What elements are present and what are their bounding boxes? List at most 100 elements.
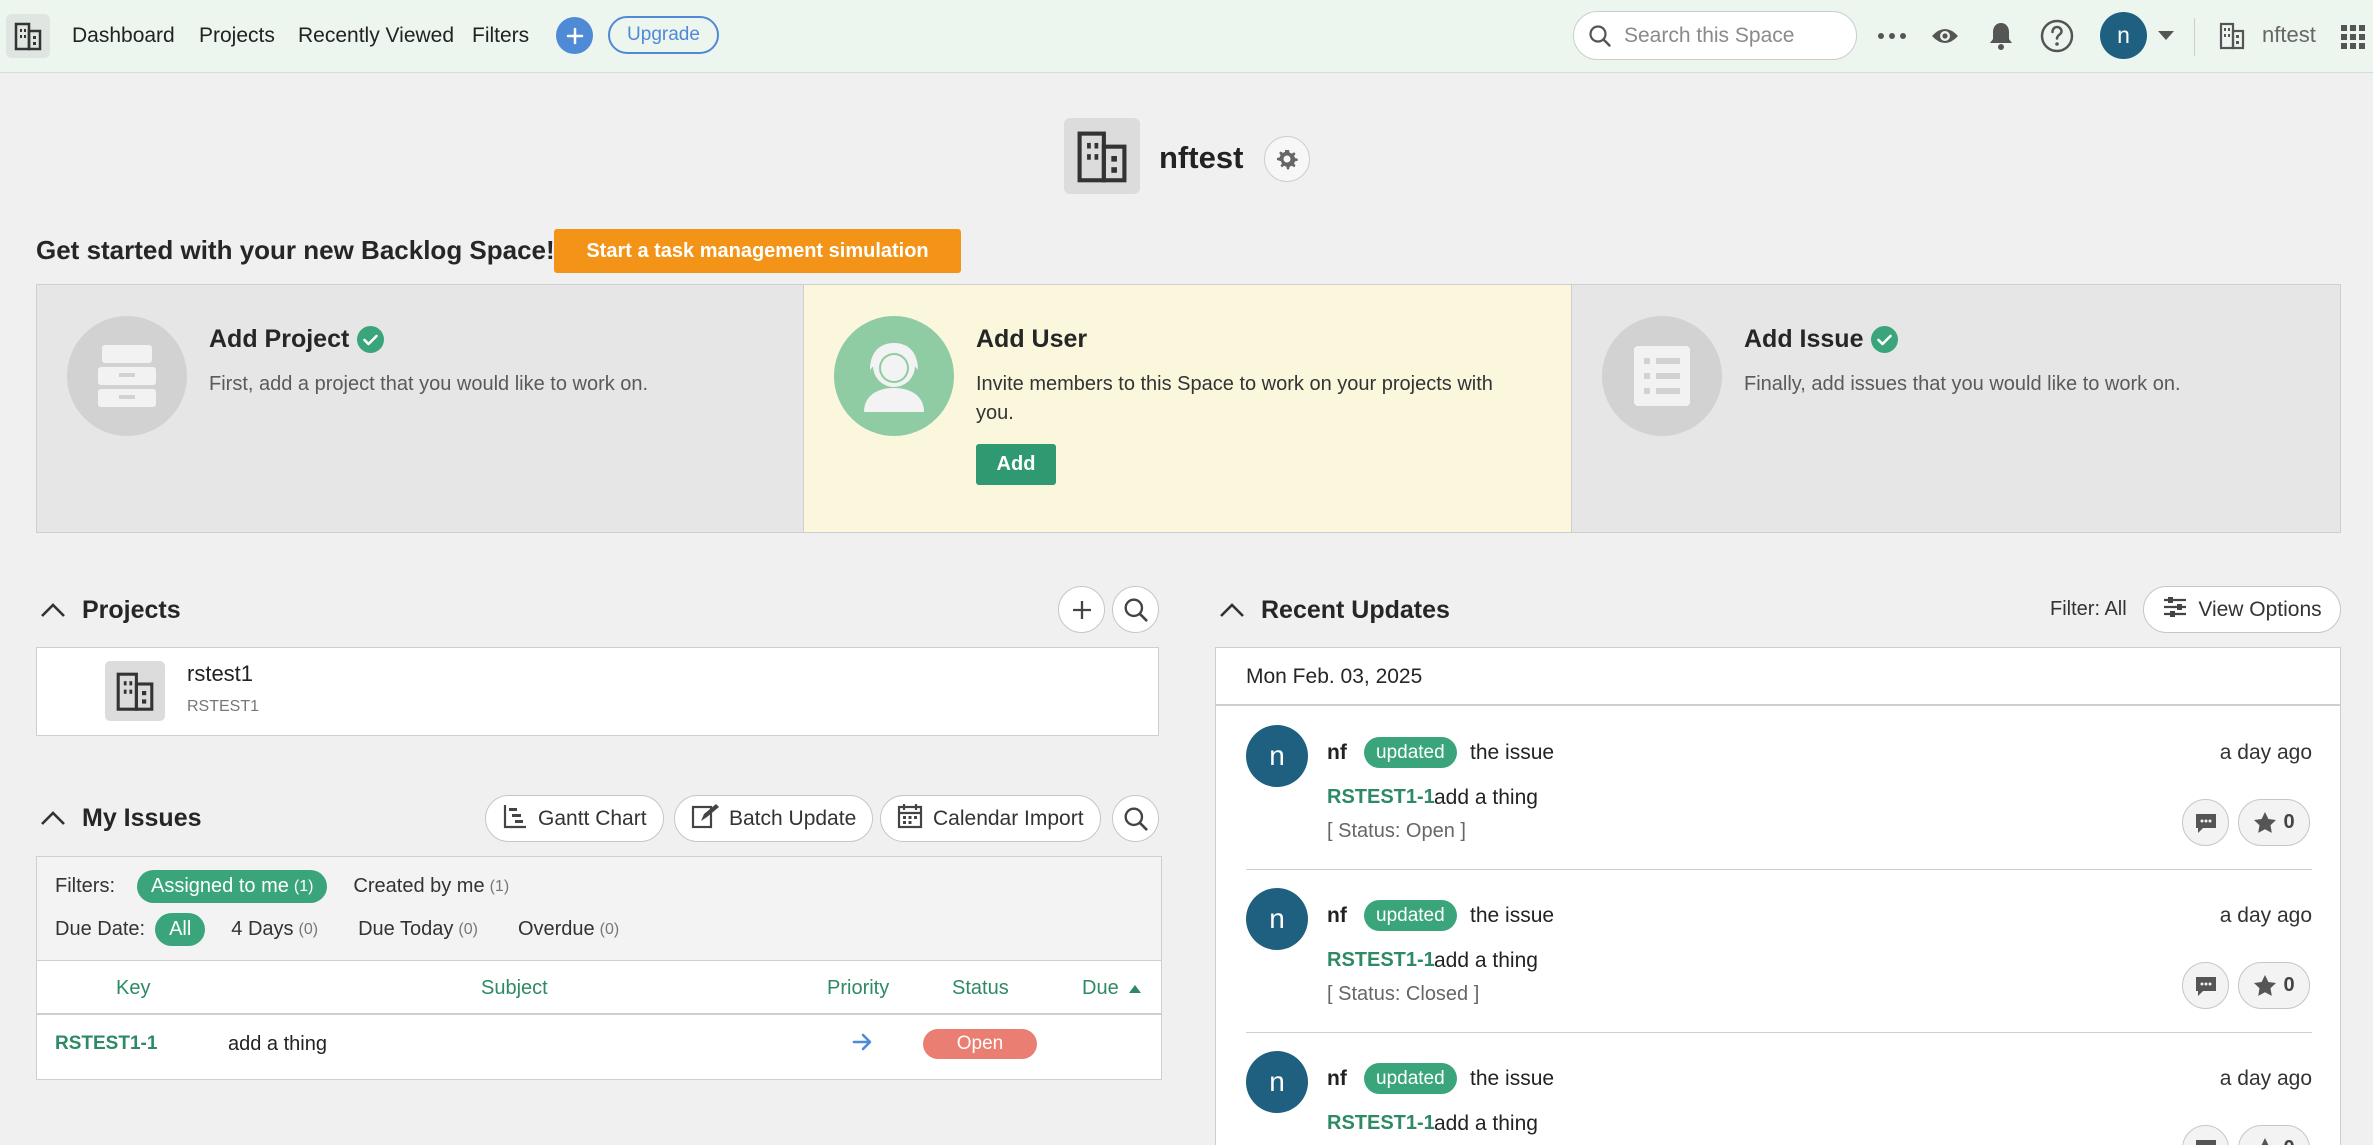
due-filter-today[interactable]: Due Today (0) [344,913,492,946]
update-action-badge: updated [1364,737,1457,768]
due-filter-overdue[interactable]: Overdue (0) [504,913,633,946]
star-button[interactable]: 0 [2238,799,2310,846]
search-issues-icon[interactable] [1112,795,1159,842]
upgrade-button[interactable]: Upgrade [608,16,719,54]
watch-eye-icon[interactable] [1928,20,1962,52]
issue-subject[interactable]: add a thing [228,1033,327,1056]
add-project-plus-icon[interactable] [1058,586,1105,633]
collapse-chevron-up-icon[interactable] [1217,595,1247,625]
column-status[interactable]: Status [952,977,1009,1000]
get-started-title: Get started with your new Backlog Space! [36,235,555,265]
update-issue-key-link[interactable]: RSTEST1-1 [1327,786,1435,809]
update-issue-subject[interactable]: add a thing [1434,1112,1538,1136]
issues-table-header: Key Subject Priority Status Due [37,961,1161,1015]
comment-icon[interactable] [2182,962,2229,1009]
user-avatar[interactable]: n [1246,725,1308,787]
update-action-badge: updated [1364,1063,1457,1094]
add-user-button[interactable]: Add [976,444,1056,485]
completed-check-icon [357,326,385,353]
star-icon [2254,812,2277,833]
space-switcher-name[interactable]: nftest [2262,22,2316,48]
project-building-icon [105,661,165,721]
star-button[interactable]: 0 [2238,1125,2310,1145]
nav-dashboard[interactable]: Dashboard [72,22,175,50]
star-icon [2254,975,2277,996]
batch-update-button[interactable]: Batch Update [674,795,874,842]
update-issue-subject[interactable]: add a thing [1434,949,1538,973]
search-projects-icon[interactable] [1112,586,1159,633]
help-question-icon[interactable] [2038,17,2076,55]
recent-updates-feed: Mon Feb. 03, 2025 n nf updated the issue… [1215,647,2341,1145]
nav-divider [2194,18,2195,56]
space-settings-gear-icon[interactable] [1264,136,1310,182]
nav-projects[interactable]: Projects [199,22,275,50]
update-item: n nf updated the issue a day ago RSTEST1… [1246,870,2312,1033]
my-issues-title: My Issues [82,803,202,832]
step-description: First, add a project that you would like… [209,373,649,395]
backlog-home-icon[interactable] [6,14,50,58]
update-action-badge: updated [1364,900,1457,931]
comment-icon[interactable] [2182,799,2229,846]
gantt-chart-button[interactable]: Gantt Chart [485,795,664,842]
calendar-icon [897,803,923,835]
update-text: the issue [1470,741,1555,764]
update-user[interactable]: nf [1327,741,1347,765]
update-time: a day ago [2219,1067,2312,1090]
chevron-down-icon[interactable] [2155,27,2177,43]
space-search-box[interactable] [1573,11,1857,60]
step-description: Finally, add issues that you would like … [1744,373,2181,395]
notifications-bell-icon[interactable] [1984,18,2018,54]
update-issue-key-link[interactable]: RSTEST1-1 [1327,1112,1435,1135]
due-date-filters-row: Due Date: All 4 Days (0) Due Today (0) Ove… [55,913,645,946]
column-due[interactable]: Due [1082,977,1142,1000]
update-user[interactable]: nf [1327,904,1347,928]
column-priority[interactable]: Priority [827,977,889,1000]
completed-check-icon [1871,326,1899,353]
view-options-button[interactable]: View Options [2143,586,2341,633]
filter-created-by-me[interactable]: Created by me (1) [339,870,523,903]
update-issue-key-link[interactable]: RSTEST1-1 [1327,949,1435,972]
user-avatar[interactable]: n [1246,1051,1308,1113]
update-time: a day ago [2219,741,2312,764]
due-filter-4-days[interactable]: 4 Days (0) [217,913,332,946]
search-input[interactable] [1624,22,1844,50]
status-badge: Open [923,1029,1037,1059]
column-subject[interactable]: Subject [481,977,548,1000]
issue-filters-row: Filters: Assigned to me (1) Created by me… [55,870,535,903]
nav-recently-viewed[interactable]: Recently Viewed [298,22,454,50]
collapse-chevron-up-icon[interactable] [38,595,68,625]
apps-grid-icon[interactable] [2338,22,2368,52]
priority-normal-arrow-icon [851,1031,873,1059]
nav-filters[interactable]: Filters [472,22,529,50]
update-status-change: [ Status: Open ] [1327,820,1466,842]
gantt-chart-icon [502,803,528,835]
feed-date-header: Mon Feb. 03, 2025 [1216,648,2340,706]
issue-key-link[interactable]: RSTEST1-1 [55,1033,157,1055]
sliders-icon [2162,595,2188,625]
space-title: nftest [1159,140,1244,175]
column-key[interactable]: Key [116,977,150,1000]
star-button[interactable]: 0 [2238,962,2310,1009]
project-list: rstest1 RSTEST1 [36,647,1159,736]
comment-icon[interactable] [2182,1125,2229,1145]
update-issue-subject[interactable]: add a thing [1434,786,1538,810]
space-building-icon[interactable] [2216,20,2248,52]
update-text: the issue [1470,1067,1555,1090]
recent-updates-title: Recent Updates [1261,595,1450,624]
due-filter-all[interactable]: All [155,913,206,946]
update-user[interactable]: nf [1327,1067,1347,1091]
my-issues-panel: Filters: Assigned to me (1) Created by me… [36,856,1162,1080]
step-add-issue[interactable]: Add Issue Finally, add issues that you w… [1572,285,2340,532]
step-add-project[interactable]: Add Project First, add a project that yo… [37,285,804,532]
user-avatar[interactable]: n [2100,12,2147,59]
more-options-icon[interactable] [1874,22,1910,50]
task-simulation-button[interactable]: Start a task management simulation [554,229,961,273]
collapse-chevron-up-icon[interactable] [38,803,68,833]
project-name[interactable]: rstest1 [187,661,253,687]
user-avatar[interactable]: n [1246,888,1308,950]
create-plus-button[interactable] [556,17,593,54]
filter-assigned-to-me[interactable]: Assigned to me (1) [137,870,328,903]
update-item: n nf updated the issue a day ago RSTEST1… [1246,707,2312,870]
onboarding-steps: Add Project First, add a project that yo… [36,284,2341,533]
calendar-import-button[interactable]: Calendar Import [880,795,1101,842]
